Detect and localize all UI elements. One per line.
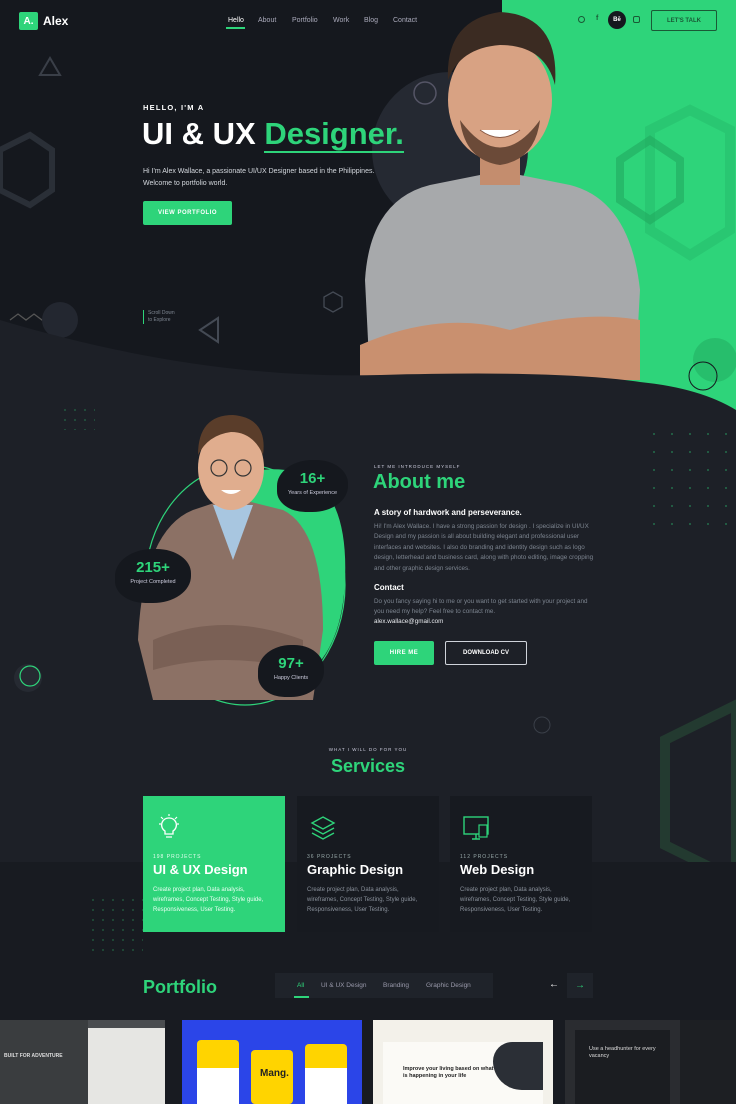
nav-item-about[interactable]: About — [258, 17, 276, 24]
hero-greeting: HELLO, I'M A — [143, 103, 205, 112]
download-cv-button[interactable]: DOWNLOAD CV — [445, 641, 527, 665]
behance-icon[interactable]: Bē — [608, 11, 626, 29]
service-title: Graphic Design — [307, 862, 404, 877]
dot-grid — [88, 895, 143, 955]
stat-projects: 215+ Project Completed — [115, 549, 191, 603]
about-eyebrow: LET ME INTRODUCE MYSELF — [374, 464, 461, 469]
service-description: Create project plan, Data analysis, wire… — [153, 887, 264, 913]
stat-value: 97+ — [278, 655, 304, 672]
hexagon-shape — [0, 131, 55, 209]
nav-item-hello[interactable]: Hello — [228, 17, 244, 24]
tab-all[interactable]: All — [297, 982, 304, 989]
nav-item-contact[interactable]: Contact — [393, 17, 417, 24]
thumb-caption: Use a headhunter for every vacancy — [589, 1046, 656, 1059]
portfolio-thumb-3[interactable]: Improve your living based on what is hap… — [373, 1020, 553, 1104]
stat-label: Happy Clients — [273, 675, 309, 681]
next-arrow-button[interactable]: → — [567, 973, 593, 998]
service-card-ui-ux[interactable]: 198 PROJECTS UI & UX Design Create proje… — [143, 796, 285, 932]
scroll-line-1: Scroll Down — [148, 310, 175, 316]
monitor-icon — [463, 816, 489, 840]
services-title: Services — [330, 756, 406, 776]
stat-clients: 97+ Happy Clients — [258, 645, 324, 697]
portfolio-thumb-4[interactable]: Use a headhunter for every vacancy — [565, 1020, 736, 1104]
nav-item-portfolio[interactable]: Portfolio — [292, 17, 318, 24]
service-title: Web Design — [460, 862, 535, 877]
tab-active-indicator — [294, 996, 309, 998]
hero-section — [0, 0, 736, 420]
portfolio-title: Portfolio — [143, 977, 217, 997]
hero-title-white: UI & UX — [142, 116, 256, 151]
service-title: UI & UX Design — [153, 862, 248, 877]
portfolio-thumb-2[interactable]: Mang. — [182, 1020, 362, 1104]
nav-item-blog[interactable]: Blog — [364, 17, 378, 24]
thumb-caption: Improve your living based on what is hap… — [403, 1066, 494, 1079]
hire-me-button[interactable]: HIRE ME — [374, 641, 434, 665]
triangle-shape — [38, 56, 62, 76]
contact-body: Do you fancy saying hi to me or you want… — [374, 598, 588, 616]
about-title: About me — [373, 471, 466, 493]
stat-value: 215+ — [136, 559, 170, 576]
hero-intro: Hi I'm Alex Wallace, a passionate UI/UX … — [143, 168, 375, 187]
dribbble-icon[interactable] — [578, 16, 585, 23]
hero-title-green: Designer. — [264, 116, 404, 153]
contact-email[interactable]: alex.wallace@gmail.com — [374, 618, 443, 625]
nav-item-work[interactable]: Work — [333, 17, 349, 24]
tab-ui-ux-design[interactable]: UI & UX Design — [321, 982, 367, 989]
stat-label: Project Completed — [130, 579, 176, 585]
lightbulb-icon — [159, 814, 179, 838]
thumb-caption: BUILT FOR ADVENTURE — [4, 1053, 63, 1059]
contact-heading: Contact — [374, 583, 404, 592]
logo-name[interactable]: Alex — [43, 14, 68, 28]
service-projects-count: 198 PROJECTS — [153, 854, 202, 860]
tab-branding[interactable]: Branding — [383, 982, 409, 989]
about-body: Hi! I'm Alex Wallace. I have a strong pa… — [374, 523, 594, 572]
stat-value: 16+ — [299, 470, 326, 487]
scroll-down-hint[interactable]: Scroll Down to Explore — [143, 310, 175, 324]
thumb-caption: Mang. — [260, 1068, 289, 1079]
tab-graphic-design[interactable]: Graphic Design — [426, 982, 471, 989]
prev-arrow-button[interactable]: ← — [549, 979, 559, 990]
instagram-icon[interactable] — [633, 16, 640, 23]
service-description: Create project plan, Data analysis, wire… — [307, 887, 418, 913]
service-card-web[interactable]: 112 PROJECTS Web Design Create project p… — [450, 796, 592, 932]
services-eyebrow: WHAT I WILL DO FOR YOU — [328, 747, 408, 752]
portfolio-thumb-1[interactable]: BUILT FOR ADVENTURE — [0, 1020, 165, 1104]
facebook-icon[interactable]: f — [596, 15, 598, 22]
scroll-line-2: to Explore — [148, 317, 171, 323]
about-subtitle: A story of hardwork and perseverance. — [374, 508, 522, 517]
logo-mark[interactable]: A. — [19, 12, 38, 30]
layers-icon — [310, 816, 336, 840]
stat-years: 16+ Years of Experience — [277, 460, 348, 512]
service-description: Create project plan, Data analysis, wire… — [460, 887, 571, 913]
nav-active-indicator — [226, 27, 245, 29]
service-card-graphic[interactable]: 36 PROJECTS Graphic Design Create projec… — [297, 796, 439, 932]
view-portfolio-button[interactable]: VIEW PORTFOLIO — [143, 201, 232, 225]
lets-talk-button[interactable]: LET'S TALK — [651, 10, 717, 31]
hero-title: UI & UX Designer. — [142, 116, 404, 153]
service-projects-count: 112 PROJECTS — [460, 854, 509, 860]
stat-label: Years of Experience — [287, 490, 338, 496]
service-projects-count: 36 PROJECTS — [307, 854, 352, 860]
